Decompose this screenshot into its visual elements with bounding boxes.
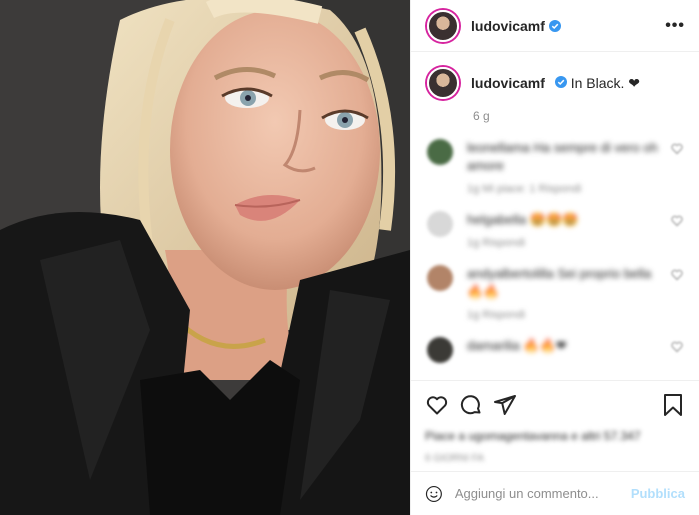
caption-username[interactable]: ludovicamf [471, 75, 545, 91]
caption-text: ludovicamf In Black. ❤ [471, 67, 640, 92]
post-photo[interactable] [0, 0, 410, 515]
comment-input[interactable] [454, 486, 631, 501]
add-comment-bar: Pubblica [411, 471, 699, 515]
caption-avatar[interactable] [427, 67, 459, 99]
commenter-avatar[interactable] [427, 211, 453, 237]
like-heart-icon[interactable] [425, 393, 449, 417]
comment-bubble-icon[interactable] [459, 393, 483, 417]
author-username[interactable]: ludovicamf [471, 18, 545, 34]
author-avatar[interactable] [427, 9, 459, 42]
comment-item: andyalbertolilla Sei proprio bella 🔥🔥 1g… [427, 265, 683, 321]
publish-button[interactable]: Pubblica [631, 486, 685, 501]
commenter-avatar[interactable] [427, 337, 453, 363]
share-direct-icon[interactable] [493, 393, 517, 417]
like-comment-icon[interactable] [671, 143, 683, 155]
like-comment-icon[interactable] [671, 269, 683, 281]
post-time: 6 g [473, 109, 490, 123]
comment-text: damarilia 🔥🔥❤ [467, 338, 567, 353]
save-bookmark-icon[interactable] [661, 393, 685, 417]
post-actions: Piace a ugomagentavanna e altri 57.347 6… [411, 380, 699, 464]
comment-meta[interactable]: 1g Rispondi [467, 237, 663, 249]
emoji-icon[interactable] [425, 482, 443, 506]
comment-item: helgabella 🤩🤩🤩 1g Rispondi [427, 211, 683, 249]
comment-text: andyalbertolilla Sei proprio bella 🔥🔥 [467, 266, 652, 299]
comment-text: leonellama Ha sempre di vero oh amore [467, 140, 658, 173]
verified-badge-icon [554, 76, 567, 88]
portrait-image [0, 0, 410, 515]
like-comment-icon[interactable] [671, 215, 683, 227]
post-date: 6 GIORNI FA [425, 453, 484, 464]
commenter-avatar[interactable] [427, 139, 453, 165]
comments-section: ludovicamf In Black. ❤ 6 g leonellama Ha… [411, 53, 699, 380]
comment-meta[interactable]: 1g Rispondi [467, 309, 663, 321]
more-options-icon[interactable]: ••• [665, 17, 685, 35]
comment-item: damarilia 🔥🔥❤ [427, 337, 683, 363]
likes-count[interactable]: Piace a ugomagentavanna e altri 57.347 [425, 429, 685, 443]
comment-item: leonellama Ha sempre di vero oh amore 1g… [427, 139, 683, 195]
commenter-avatar[interactable] [427, 265, 453, 291]
verified-badge-icon [548, 19, 561, 32]
post-header: ludovicamf ••• [411, 0, 699, 52]
comment-text: helgabella 🤩🤩🤩 [467, 212, 579, 227]
caption: ludovicamf In Black. ❤ [427, 67, 683, 99]
caption-body: In Black. ❤ [570, 75, 640, 91]
like-comment-icon[interactable] [671, 341, 683, 353]
post-panel: ludovicamf ••• ludovicamf In Black. ❤ 6 … [410, 0, 699, 515]
comment-meta[interactable]: 1g Mi piace: 1 Rispondi [467, 183, 663, 195]
